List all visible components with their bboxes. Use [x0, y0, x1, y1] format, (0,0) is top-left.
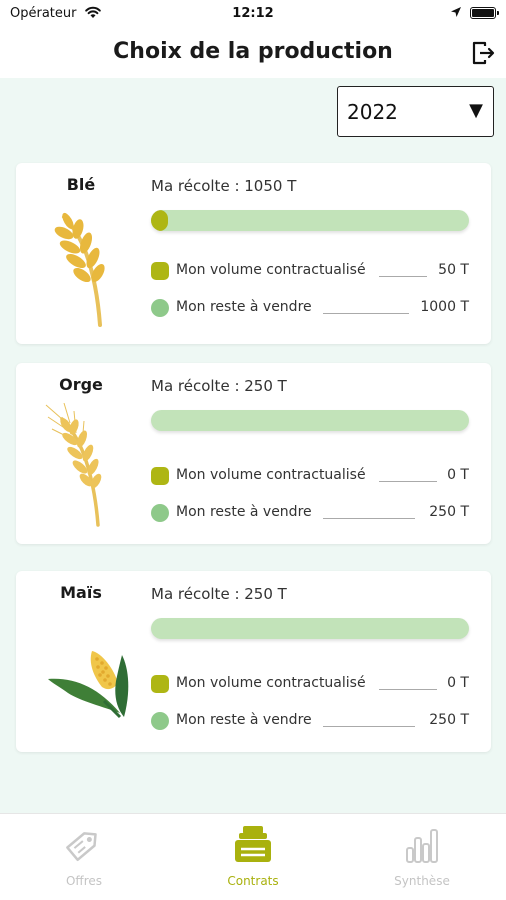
legend-contracted: Mon volume contractualisé 0 T [151, 466, 469, 486]
year-select[interactable]: 2022 ▼ [337, 86, 494, 137]
crop-name: Orge [59, 375, 103, 394]
remaining-value: 250 T [429, 504, 469, 520]
crop-name: Blé [66, 175, 96, 194]
contracted-progress-fill [151, 210, 169, 231]
contracted-value: 0 T [447, 675, 469, 691]
remaining-swatch [151, 299, 169, 317]
remaining-value: 1000 T [420, 299, 469, 315]
remaining-label: Mon reste à vendre [176, 299, 312, 315]
contracts-stack-icon [235, 826, 271, 862]
crop-card-mais[interactable]: Maïs Ma récolte : 250 T Mon volume contr… [16, 571, 491, 752]
leader-line [379, 689, 437, 690]
contracted-swatch [151, 675, 169, 693]
contracted-label: Mon volume contractualisé [176, 675, 366, 691]
contracted-label: Mon volume contractualisé [176, 262, 366, 278]
leader-line [323, 518, 415, 519]
dropdown-caret-icon: ▼ [469, 100, 483, 121]
harvest-total: Ma récolte : 250 T [151, 585, 287, 603]
leader-line [379, 276, 427, 277]
tab-offres[interactable]: Offres [0, 814, 168, 900]
legend-remaining: Mon reste à vendre 1000 T [151, 298, 469, 318]
legend-remaining: Mon reste à vendre 250 T [151, 711, 469, 731]
harvest-progress-bar [151, 210, 469, 231]
leader-line [323, 313, 409, 314]
harvest-total: Ma récolte : 250 T [151, 377, 287, 395]
remaining-label: Mon reste à vendre [176, 712, 312, 728]
year-select-value: 2022 [347, 100, 398, 124]
clock-time: 12:12 [232, 6, 274, 21]
leader-line [323, 726, 415, 727]
remaining-value: 250 T [429, 712, 469, 728]
crop-card-orge[interactable]: Orge Ma récolte : 250 T Mon volume contr… [16, 363, 491, 544]
contracted-swatch [151, 262, 169, 280]
contracted-value: 50 T [438, 262, 469, 278]
wheat-icon [54, 212, 105, 327]
legend-remaining: Mon reste à vendre 250 T [151, 503, 469, 523]
corn-icon [48, 651, 129, 719]
app-header: Choix de la production [0, 28, 506, 78]
production-content: 2022 ▼ Blé Ma récolte : 1050 T Mon volum… [0, 78, 506, 813]
location-arrow-icon [451, 7, 461, 17]
price-tag-icon [66, 832, 97, 862]
contracted-value: 0 T [447, 467, 469, 483]
bar-chart-icon [406, 829, 438, 863]
remaining-swatch [151, 712, 169, 730]
remaining-label: Mon reste à vendre [176, 504, 312, 520]
tab-label: Contrats [227, 874, 279, 888]
tab-label: Offres [65, 874, 103, 888]
harvest-progress-bar [151, 410, 469, 431]
leader-line [379, 481, 437, 482]
barley-icon [45, 403, 102, 527]
tab-contrats[interactable]: Contrats [169, 814, 337, 900]
legend-contracted: Mon volume contractualisé 50 T [151, 261, 469, 281]
crop-name: Maïs [60, 583, 102, 602]
crop-card-ble[interactable]: Blé Ma récolte : 1050 T Mon volume contr… [16, 163, 491, 344]
tab-synthese[interactable]: Synthèse [338, 814, 506, 900]
remaining-swatch [151, 504, 169, 522]
logout-icon[interactable] [470, 40, 496, 66]
harvest-progress-bar [151, 618, 469, 639]
tab-bar: Offres Contrats Synthèse [0, 813, 506, 900]
contracted-swatch [151, 467, 169, 485]
tab-label: Synthèse [394, 874, 450, 888]
status-bar: Opérateur 12:12 [0, 0, 506, 28]
contracted-label: Mon volume contractualisé [176, 467, 366, 483]
page-title: Choix de la production [113, 39, 393, 64]
legend-contracted: Mon volume contractualisé 0 T [151, 674, 469, 694]
harvest-total: Ma récolte : 1050 T [151, 177, 297, 195]
battery-icon [470, 7, 499, 19]
